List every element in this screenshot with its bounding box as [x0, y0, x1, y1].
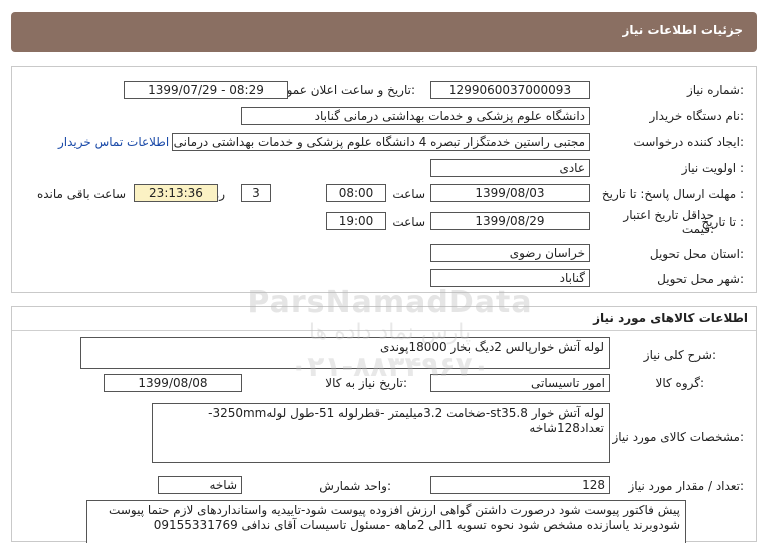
- validity-date-field: 1399/08/29: [430, 212, 590, 230]
- qty-label: تعداد / مقدار مورد نیاز:: [628, 479, 744, 493]
- specs-field: لوله آتش خوار st35.8-ضخامت 3.2میلیمتر -ق…: [152, 403, 610, 463]
- need-date-field: 1399/08/08: [104, 374, 242, 392]
- reply-time-label: ساعت: [392, 187, 425, 201]
- province-label: استان محل تحویل:: [649, 247, 744, 261]
- general-desc-label: شرح کلی نیاز:: [643, 348, 716, 362]
- group-label: گروه کالا:: [655, 376, 705, 390]
- priority-field: عادی: [430, 159, 590, 177]
- validity-time-label: ساعت: [392, 215, 425, 229]
- buyer-field: دانشگاه علوم پزشکی و خدمات بهداشتی درمان…: [241, 107, 590, 125]
- need-number-label: شماره نیاز:: [686, 83, 744, 97]
- announce-field: 1399/07/29 - 08:29: [124, 81, 288, 99]
- page-title-bar: جزئیات اطلاعات نیاز: [11, 12, 757, 52]
- requester-label: ایجاد کننده درخواست:: [633, 135, 744, 149]
- days-left-field: 3: [241, 184, 271, 202]
- specs-label: مشخصات کالای مورد نیاز:: [612, 430, 744, 444]
- validity-until-label: تا تاریخ :: [701, 215, 744, 229]
- goods-panel: اطلاعات کالاهای مورد نیاز شرح کلی نیاز: …: [11, 306, 757, 543]
- remaining-label: ساعت باقی مانده: [36, 187, 126, 201]
- goods-section-title: اطلاعات کالاهای مورد نیاز: [593, 311, 748, 325]
- reply-deadline-label: مهلت ارسال پاسخ: تا تاریخ :: [601, 187, 744, 201]
- general-desc-field: لوله آتش خوارپالس 2دیگ بخار 18000پوندی: [80, 337, 610, 369]
- need-info-panel: شماره نیاز: 1299060037000093 تاریخ و ساع…: [11, 66, 757, 293]
- remaining-time-field: 23:13:36: [134, 184, 218, 202]
- unit-label: واحد شمارش:: [319, 479, 391, 493]
- qty-field: 128: [430, 476, 610, 494]
- validity-time-field: 19:00: [326, 212, 386, 230]
- announce-label: تاریخ و ساعت اعلان عمومی:: [270, 83, 415, 97]
- province-field: خراسان رضوی: [430, 244, 590, 262]
- city-label: شهر محل تحویل:: [657, 272, 744, 286]
- page-title: جزئیات اطلاعات نیاز: [622, 23, 743, 37]
- reply-date-field: 1399/08/03: [430, 184, 590, 202]
- unit-field: شاخه: [158, 476, 242, 494]
- need-date-label: تاریخ نیاز به کالا:: [325, 376, 407, 390]
- buyer-contact-link[interactable]: اطلاعات تماس خریدار: [58, 135, 169, 149]
- priority-label: اولویت نیاز :: [681, 161, 744, 175]
- buyer-label: نام دستگاه خریدار:: [649, 109, 745, 123]
- requester-field: مجتبی راستین خدمتگزار تبصره 4 دانشگاه عل…: [172, 133, 590, 151]
- reply-time-field: 08:00: [326, 184, 386, 202]
- need-number-field: 1299060037000093: [430, 81, 590, 99]
- notes-field: پیش فاکتور پیوست شود درصورت داشتن گواهی …: [86, 500, 686, 543]
- group-field: امور تاسیساتی: [430, 374, 610, 392]
- city-field: گناباد: [430, 269, 590, 287]
- validity-label: حداقل تاریخ اعتبار قیمت:: [623, 208, 714, 236]
- goods-header-divider: [12, 330, 756, 331]
